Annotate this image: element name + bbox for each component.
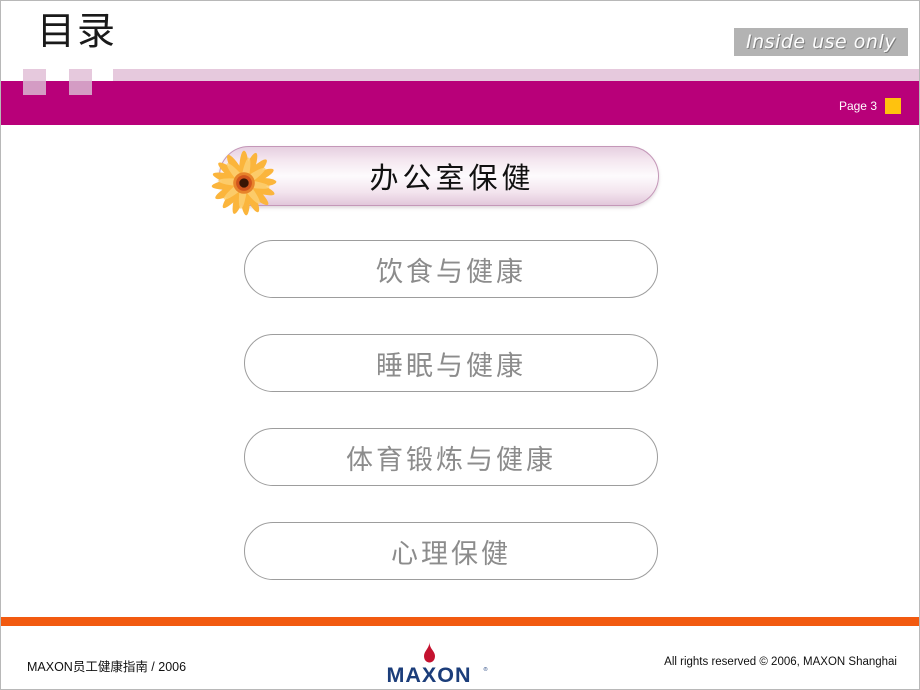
list-item-label: 体育锻炼与健康: [346, 444, 556, 476]
slide-canvas: 目录 Inside use only Page 3 办公室保健 饮食与健康 睡眠…: [0, 0, 920, 690]
list-item-label: 办公室保健: [369, 161, 535, 195]
list-item-label: 饮食与健康: [376, 256, 526, 288]
inside-use-only-label: Inside use only: [746, 31, 896, 53]
gerbera-flower-icon: [211, 150, 277, 216]
list-item[interactable]: 心理保健: [1, 522, 919, 616]
list-item[interactable]: 体育锻炼与健康: [1, 428, 919, 522]
inside-use-only-badge: Inside use only: [734, 28, 908, 56]
page-title: 目录: [37, 9, 118, 53]
header-magenta-band: [1, 81, 919, 125]
list-item[interactable]: 饮食与健康: [1, 240, 919, 334]
toc-pill[interactable]: 睡眠与健康: [244, 334, 658, 392]
svg-text:®: ®: [484, 666, 488, 673]
table-of-contents: 办公室保健 饮食与健康 睡眠与健康 体育锻炼与健康 心理保健: [1, 146, 919, 616]
maxon-flame-logo-icon: MAXON ®: [386, 642, 488, 687]
header-decor-square-1: [23, 69, 46, 81]
footer-document-label: MAXON员工健康指南 / 2006: [27, 660, 187, 674]
header-pale-bar: [113, 69, 919, 81]
header-decor-square-2: [69, 69, 92, 81]
list-item-label: 睡眠与健康: [376, 350, 526, 382]
header-decor-square-1-lower: [23, 81, 46, 95]
list-item[interactable]: 办公室保健: [1, 146, 919, 240]
toc-pill-highlighted[interactable]: 办公室保健: [219, 146, 659, 206]
svg-text:MAXON: MAXON: [386, 663, 471, 687]
page-number-label: Page 3: [838, 99, 877, 113]
list-item[interactable]: 睡眠与健康: [1, 334, 919, 428]
footer-copyright: All rights reserved © 2006, MAXON Shangh…: [664, 656, 897, 668]
list-item-label: 心理保健: [391, 538, 511, 570]
toc-pill[interactable]: 饮食与健康: [244, 240, 658, 298]
toc-pill[interactable]: 心理保健: [244, 522, 658, 580]
header-decor-square-2-lower: [69, 81, 92, 95]
toc-pill[interactable]: 体育锻炼与健康: [244, 428, 658, 486]
footer-orange-bar: [1, 617, 919, 626]
yellow-square-marker-icon: [885, 98, 901, 114]
